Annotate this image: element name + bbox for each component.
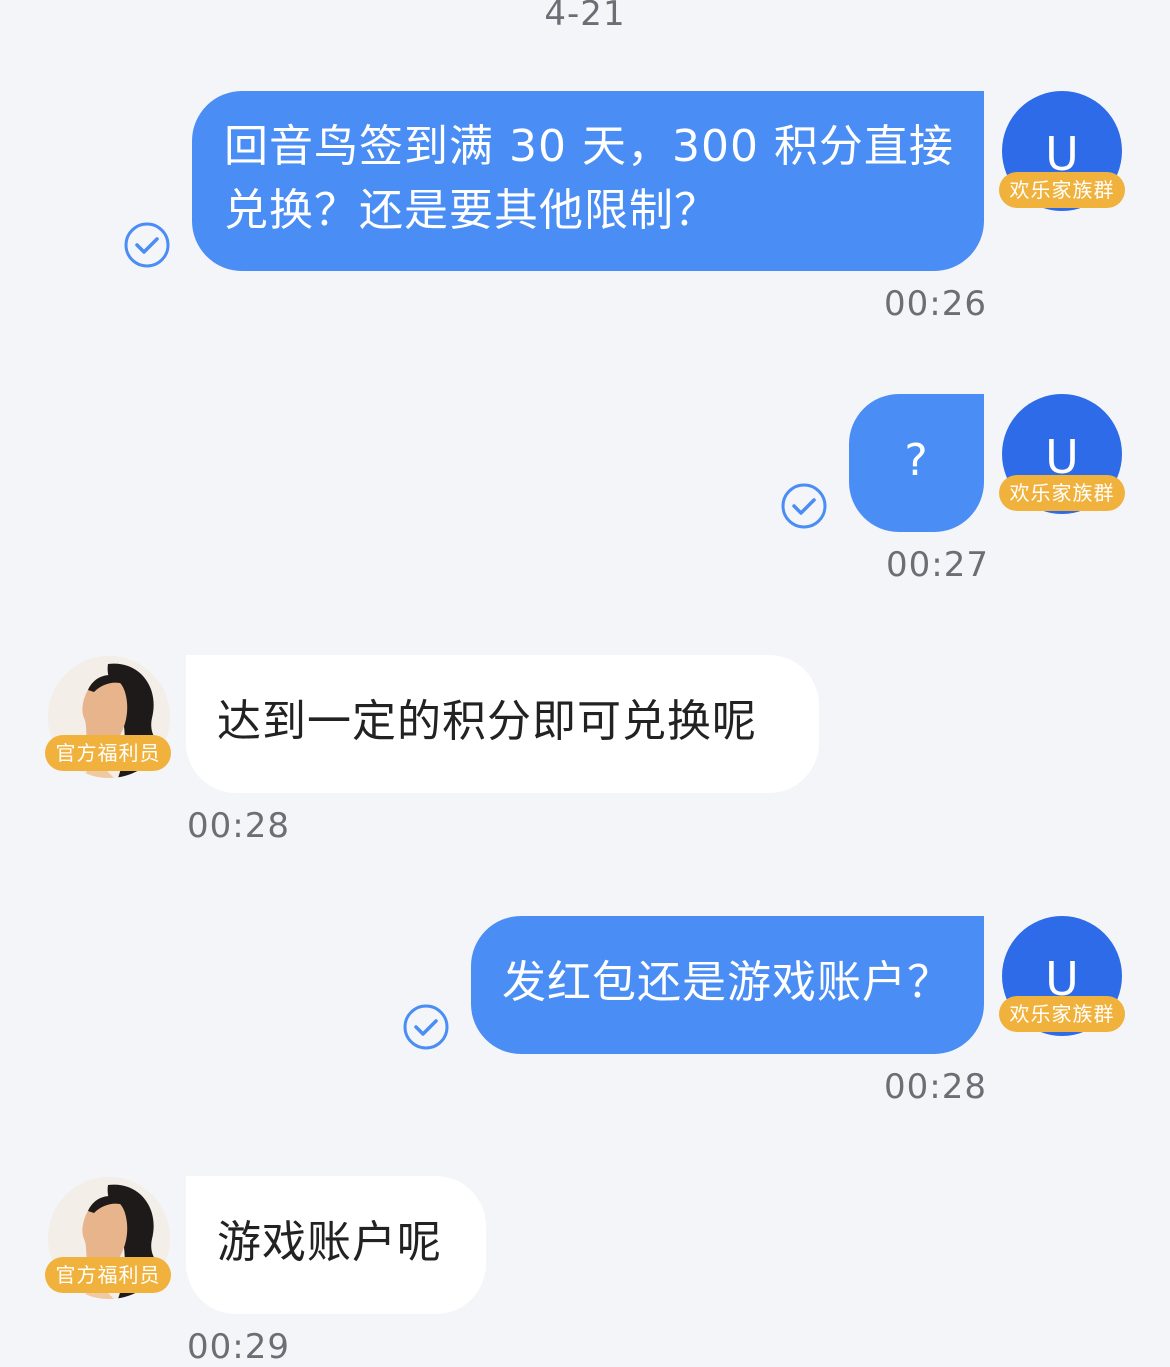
read-check-icon (403, 1004, 449, 1050)
read-check-icon (124, 222, 170, 268)
message-text: 达到一定的积分即可兑换呢 (217, 696, 757, 747)
message-text: 游戏账户呢 (217, 1217, 442, 1268)
message-text: ? (904, 435, 929, 486)
message-bubble[interactable]: 达到一定的积分即可兑换呢 (186, 655, 819, 793)
message-text-line: 兑换？还是要其他限制？ (224, 185, 719, 236)
message-time: 00:26 (884, 284, 987, 324)
message-bubble[interactable]: 游戏账户呢 (186, 1176, 486, 1314)
message-time: 00:28 (187, 806, 290, 846)
group-badge: 欢乐家族群 (999, 996, 1125, 1032)
message-bubble[interactable]: 回音鸟签到满 30 天，300 积分直接 兑换？还是要其他限制？ (192, 91, 984, 271)
message-time: 00:28 (884, 1067, 987, 1107)
message-time: 00:27 (886, 545, 989, 585)
message-text-line: 回音鸟签到满 30 天，300 积分直接 (224, 121, 954, 172)
group-badge: 欢乐家族群 (999, 172, 1125, 208)
message-time: 00:29 (187, 1327, 290, 1367)
official-badge: 官方福利员 (45, 735, 171, 771)
date-separator: 4-21 (544, 0, 626, 34)
group-badge: 欢乐家族群 (999, 475, 1125, 511)
message-bubble[interactable]: ? (849, 394, 984, 532)
message-bubble[interactable]: 发红包还是游戏账户？ (471, 916, 984, 1054)
read-check-icon (781, 483, 827, 529)
message-text: 发红包还是游戏账户？ (502, 957, 952, 1008)
official-badge: 官方福利员 (45, 1257, 171, 1293)
